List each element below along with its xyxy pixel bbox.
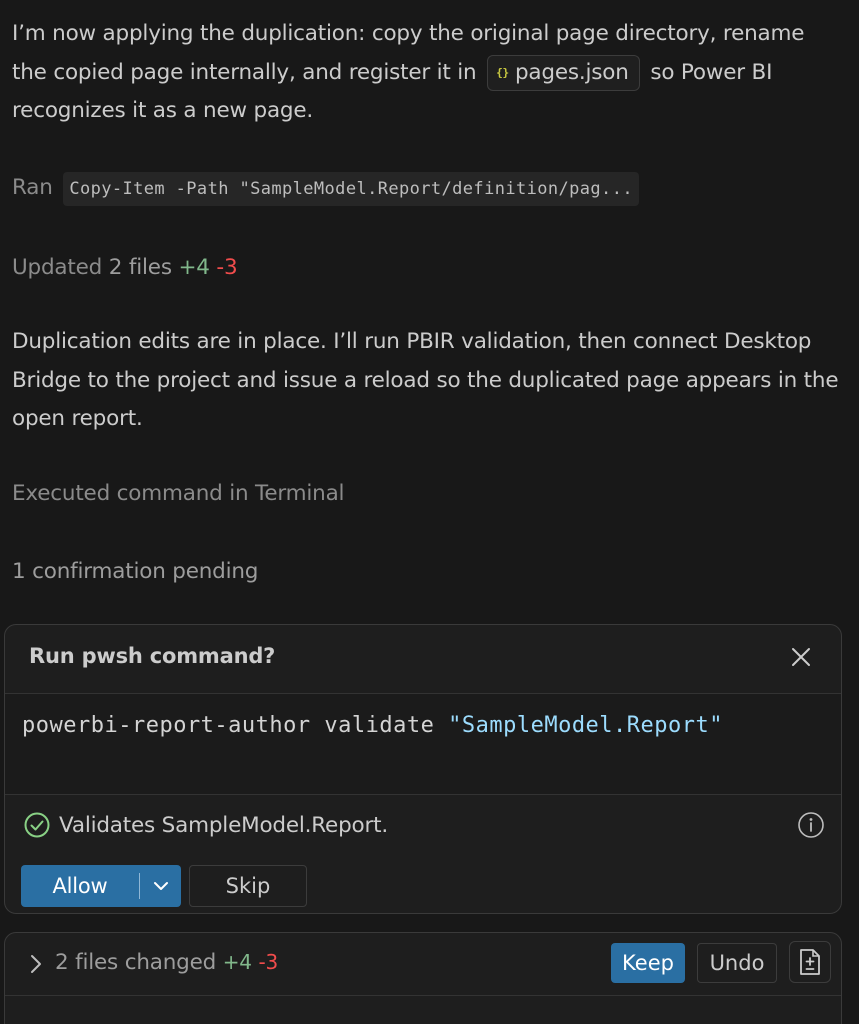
allow-button[interactable]: Allow bbox=[21, 865, 181, 907]
removed-lines-count: -3 bbox=[216, 255, 238, 280]
command-preview: powerbi-report-author validate "SampleMo… bbox=[5, 694, 841, 795]
chat-panel: I’m now applying the duplication: copy t… bbox=[0, 0, 859, 1024]
ran-label: Ran bbox=[12, 175, 53, 200]
ran-command-chip: Copy-Item -Path "SampleModel.Report/defi… bbox=[63, 172, 639, 206]
keep-button[interactable]: Keep bbox=[611, 943, 685, 983]
executed-detail: command in Terminal bbox=[116, 481, 345, 506]
file-reference-pages-json[interactable]: {} pages.json bbox=[487, 54, 640, 91]
added-lines-count: +4 bbox=[222, 950, 252, 974]
view-diff-button[interactable] bbox=[789, 941, 831, 983]
removed-lines-count: -3 bbox=[258, 950, 278, 974]
executed-command-line[interactable]: Executed command in Terminal bbox=[12, 479, 345, 509]
command-description: Validates SampleModel.Report. bbox=[23, 811, 388, 839]
allow-label: Allow bbox=[52, 874, 108, 898]
changed-files-panel: 2 files changed +4 -3 Keep Undo bbox=[4, 932, 842, 1024]
changed-files-header: 2 files changed +4 -3 Keep Undo bbox=[5, 933, 841, 996]
chevron-right-icon[interactable] bbox=[27, 953, 45, 975]
skip-button[interactable]: Skip bbox=[189, 865, 307, 907]
command-plain: powerbi-report-author validate bbox=[22, 713, 449, 738]
undo-button[interactable]: Undo bbox=[697, 943, 777, 983]
files-changed-summary[interactable]: 2 files changed +4 -3 bbox=[55, 950, 278, 975]
diff-icon bbox=[800, 949, 820, 975]
file-name: pages.json bbox=[514, 59, 629, 85]
command-text: powerbi-report-author validate "SampleMo… bbox=[22, 706, 782, 746]
ran-command-line[interactable]: Ran Copy-Item -Path "SampleModel.Report/… bbox=[12, 172, 639, 206]
json-file-icon: {} bbox=[496, 65, 509, 79]
description-text: Validates SampleModel.Report. bbox=[59, 812, 388, 838]
confirmation-title: Run pwsh command? bbox=[29, 644, 276, 668]
command-confirmation-card: Run pwsh command? powerbi-report-author … bbox=[4, 624, 842, 914]
check-circle-icon bbox=[24, 812, 50, 838]
close-icon[interactable] bbox=[789, 645, 813, 669]
pending-confirmation-status: 1 confirmation pending bbox=[12, 559, 259, 584]
updated-label: Updated bbox=[12, 255, 103, 280]
assistant-message-2: Duplication edits are in place. I’ll run… bbox=[12, 329, 839, 431]
executed-label: Executed bbox=[12, 481, 111, 506]
command-string-arg: "SampleModel.Report" bbox=[448, 713, 724, 738]
updated-files-line[interactable]: Updated 2 files +4 -3 bbox=[12, 253, 238, 283]
allow-options-dropdown[interactable] bbox=[140, 865, 181, 907]
chevron-down-icon bbox=[153, 882, 168, 890]
added-lines-count: +4 bbox=[178, 255, 210, 280]
confirmation-header: Run pwsh command? bbox=[5, 625, 841, 694]
updated-files-count: 2 files bbox=[108, 255, 172, 280]
files-changed-label: 2 files changed bbox=[55, 950, 217, 975]
assistant-message-1: I’m now applying the duplication: copy t… bbox=[12, 15, 842, 131]
info-icon[interactable] bbox=[797, 811, 825, 839]
